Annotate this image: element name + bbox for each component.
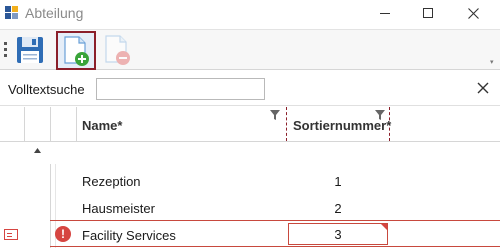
search-input[interactable] <box>96 78 265 100</box>
column-header-name[interactable]: Name* <box>76 107 286 141</box>
minimize-button[interactable] <box>362 0 408 26</box>
cell-sort-editor[interactable]: 3 <box>288 223 388 245</box>
cell-sort: 2 <box>334 201 342 216</box>
column-header-name-label: Name* <box>82 118 123 133</box>
cell-name: Hausmeister <box>82 201 155 216</box>
collapse-group-icon[interactable] <box>34 148 41 153</box>
error-icon: ! <box>55 226 71 242</box>
validation-marker-icon <box>381 224 387 230</box>
cell-sort: 1 <box>334 174 342 189</box>
toolbar-overflow-icon[interactable]: ▾ <box>490 59 498 67</box>
title-bar: Abteilung <box>0 0 500 26</box>
table-row[interactable]: Hausmeister 2 <box>50 194 500 221</box>
filter-icon[interactable] <box>270 110 280 120</box>
maximize-button[interactable] <box>405 0 451 26</box>
table-row-error[interactable]: ! Facility Services 3 <box>50 220 500 247</box>
column-header-sort[interactable]: Sortiernummer* <box>286 107 392 141</box>
data-grid: Name* Sortiernummer* Rezeption 1 Hausmei… <box>0 107 500 248</box>
table-row[interactable]: Rezeption 1 <box>50 167 500 194</box>
delete-document-icon <box>105 35 130 65</box>
current-row-indicator-icon <box>4 229 18 240</box>
minimize-icon <box>380 12 390 14</box>
filter-icon[interactable] <box>375 110 385 120</box>
floppy-disk-icon <box>17 37 43 63</box>
toolbar-grip-icon[interactable] <box>4 42 7 58</box>
app-icon <box>5 6 19 20</box>
close-icon <box>467 7 479 19</box>
save-button[interactable] <box>12 32 48 68</box>
close-window-button[interactable] <box>450 0 496 26</box>
cell-sort: 3 <box>334 227 342 242</box>
cell-name: Facility Services <box>82 228 176 243</box>
cell-name: Rezeption <box>82 174 141 189</box>
search-bar: Volltextsuche <box>0 72 500 106</box>
new-button[interactable] <box>56 31 96 70</box>
new-document-icon <box>64 35 89 66</box>
column-header-sort-label: Sortiernummer* <box>293 118 392 133</box>
window-title: Abteilung <box>25 5 84 21</box>
toolbar: ▾ <box>0 29 500 70</box>
clear-search-icon[interactable] <box>476 81 490 95</box>
search-label: Volltextsuche <box>8 82 85 97</box>
delete-button[interactable] <box>99 32 135 68</box>
maximize-icon <box>423 8 433 18</box>
